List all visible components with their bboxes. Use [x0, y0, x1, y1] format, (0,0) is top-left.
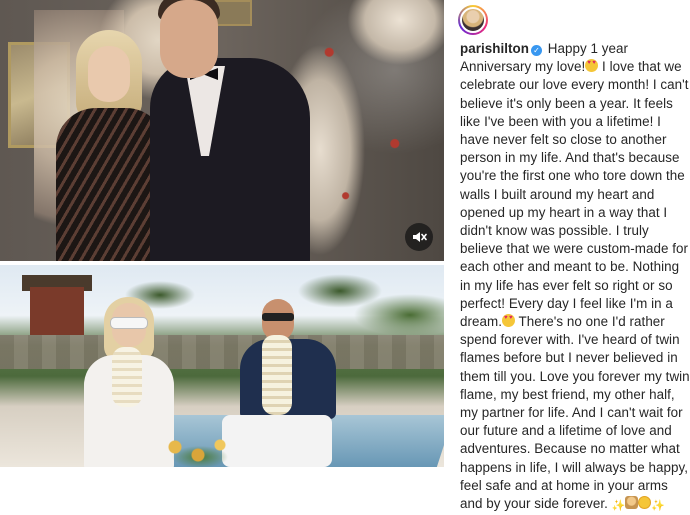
man-sunglasses: [262, 313, 294, 321]
bottom-photo-beach-canoe[interactable]: [0, 265, 444, 467]
emoji-row: ✨ ✨: [611, 496, 666, 513]
angel-face-emoji-icon: [638, 496, 652, 510]
man-tuxedo: [150, 58, 310, 261]
profile-avatar[interactable]: [458, 5, 488, 35]
heart-eyes-emoji-icon: [501, 314, 515, 328]
beach-hut: [30, 287, 84, 335]
heart-eyes-emoji-icon: [585, 59, 599, 73]
woman-flower-lei: [112, 347, 142, 407]
stone-wall: [0, 335, 444, 369]
man-face: [160, 0, 218, 78]
caption-end: There's no one I'd rather spend forever …: [460, 314, 690, 512]
sparkles-emoji-icon: ✨: [651, 500, 666, 513]
flower-bouquet: [160, 435, 240, 467]
couple-emoji-icon: [625, 496, 639, 510]
avatar-image: [460, 7, 486, 33]
top-photo-formal-couple[interactable]: [0, 0, 444, 261]
sparkles-emoji-icon: ✨: [611, 500, 626, 513]
woman-face: [88, 46, 130, 102]
username-link[interactable]: parishilton: [460, 41, 529, 56]
man-flower-lei: [262, 335, 292, 415]
white-sunglasses: [110, 317, 148, 329]
muted-speaker-icon[interactable]: [405, 223, 433, 251]
post-caption: parishilton ✓ Happy 1 year Anniversary my…: [460, 40, 690, 513]
instagram-post-collage: parishilton ✓ Happy 1 year Anniversary my…: [0, 0, 690, 512]
caption-body: I love that we celebrate our love every …: [460, 59, 689, 330]
verified-badge-icon: ✓: [531, 45, 542, 56]
